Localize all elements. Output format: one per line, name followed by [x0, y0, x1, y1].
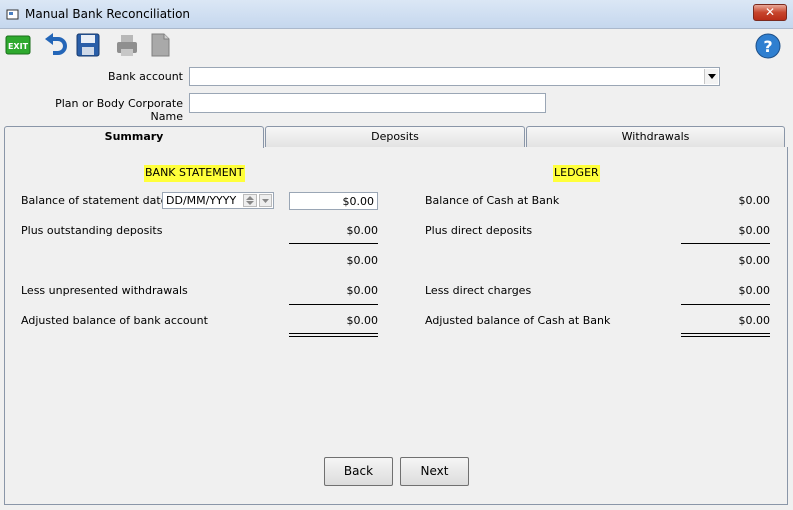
ledger-subtotal-divider: [681, 243, 770, 244]
document-icon: [151, 33, 170, 57]
adjusted-cash-balance-value: $0.00: [738, 314, 771, 327]
app-icon: [6, 9, 19, 20]
close-button[interactable]: ✕: [753, 4, 787, 21]
ledger-balance-value: $0.00: [738, 194, 771, 207]
window-title: Manual Bank Reconciliation: [25, 7, 191, 21]
tab-withdrawals[interactable]: Withdrawals: [526, 126, 785, 147]
ledger-charges-divider: [681, 304, 770, 305]
outstanding-deposits-label: Plus outstanding deposits: [21, 224, 163, 237]
withdrawals-divider: [289, 304, 378, 305]
outstanding-deposits-value: $0.00: [346, 224, 379, 237]
statement-date-value: DD/MM/YYYY: [166, 194, 237, 207]
help-glyph: ?: [763, 37, 772, 56]
statement-date-picker[interactable]: DD/MM/YYYY: [162, 192, 274, 209]
adjusted-cash-balance-label: Adjusted balance of Cash at Bank: [425, 314, 611, 327]
tab-summary[interactable]: Summary: [4, 126, 264, 148]
bank-account-label: Bank account: [108, 70, 183, 83]
tab-deposits[interactable]: Deposits: [265, 126, 525, 147]
ledger-heading: LEDGER: [553, 165, 600, 182]
ledger-subtotal-value: $0.00: [738, 254, 771, 267]
document-button[interactable]: [147, 32, 173, 58]
save-icon: [76, 33, 100, 57]
total-divider-bottom: [289, 336, 378, 337]
help-button[interactable]: ?: [754, 32, 782, 60]
statement-balance-label: Balance of statement dated: [21, 194, 175, 207]
ledger-balance-label: Balance of Cash at Bank: [425, 194, 560, 207]
print-icon: [117, 35, 137, 56]
adjusted-bank-balance-label: Adjusted balance of bank account: [21, 314, 208, 327]
statement-subtotal-value: $0.00: [346, 254, 379, 267]
statement-balance-input[interactable]: $0.00: [289, 192, 378, 210]
undo-icon: [45, 33, 67, 55]
exit-label: EXIT: [8, 42, 29, 51]
adjusted-bank-balance-value: $0.00: [346, 314, 379, 327]
ledger-total-divider-bottom: [681, 336, 770, 337]
direct-deposits-value: $0.00: [738, 224, 771, 237]
help-icon: ?: [755, 33, 781, 59]
unpresented-withdrawals-value: $0.00: [346, 284, 379, 297]
close-icon: ✕: [764, 5, 776, 19]
chevron-down-icon[interactable]: [704, 69, 718, 84]
plan-name-label: Plan or Body Corporate Name: [55, 97, 183, 123]
next-button[interactable]: Next: [400, 457, 469, 486]
statement-balance-value: $0.00: [342, 195, 375, 208]
undo-button[interactable]: [43, 32, 69, 58]
unpresented-withdrawals-label: Less unpresented withdrawals: [21, 284, 188, 297]
direct-charges-label: Less direct charges: [425, 284, 532, 297]
exit-icon: EXIT: [5, 35, 31, 55]
total-divider-top: [289, 333, 378, 334]
exit-button[interactable]: EXIT: [5, 32, 31, 58]
direct-charges-value: $0.00: [738, 284, 771, 297]
bank-account-combo[interactable]: [189, 67, 720, 86]
date-dropdown-icon[interactable]: [259, 194, 272, 207]
save-button[interactable]: [75, 32, 101, 58]
back-button[interactable]: Back: [324, 457, 393, 486]
subtotal-divider: [289, 243, 378, 244]
direct-deposits-label: Plus direct deposits: [425, 224, 533, 237]
print-button[interactable]: [114, 32, 140, 58]
title-bar: Manual Bank Reconciliation ✕: [0, 0, 793, 29]
ledger-total-divider-top: [681, 333, 770, 334]
date-spinner[interactable]: [243, 194, 257, 207]
bank-statement-heading: BANK STATEMENT: [144, 165, 245, 182]
plan-name-input[interactable]: [189, 93, 546, 113]
